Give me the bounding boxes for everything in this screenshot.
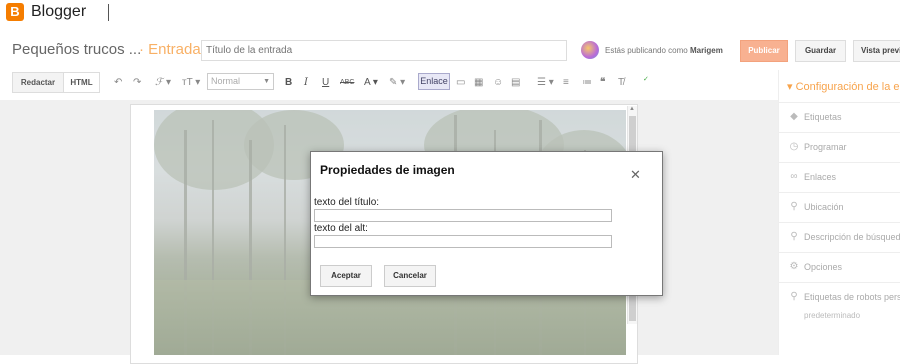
font-size-icon[interactable]: тT ▾: [182, 77, 200, 88]
align-icon[interactable]: ☰ ▾: [537, 77, 554, 88]
image-properties-dialog: Propiedades de imagen ✕ texto del título…: [310, 151, 663, 296]
emoji-icon[interactable]: ☺: [493, 77, 503, 88]
sidebar-item-location[interactable]: ⚲ Ubicación: [779, 192, 900, 222]
sidebar-item-links[interactable]: ∞ Enlaces: [779, 162, 900, 192]
app-title[interactable]: Blogger: [31, 3, 86, 21]
sidebar-item-search-description[interactable]: ⚲ Descripción de búsqueda: [779, 222, 900, 252]
preview-button[interactable]: Vista previa: [853, 40, 900, 62]
sidebar-item-robots[interactable]: ⚲ Etiquetas de robots personalizadas: [779, 282, 900, 332]
accept-button[interactable]: Aceptar: [320, 265, 372, 287]
highlight-color-icon[interactable]: ✎ ▾: [389, 77, 405, 88]
dialog-title: Propiedades de imagen: [320, 163, 455, 177]
sidebar-item-label: Descripción de búsqueda: [804, 232, 900, 242]
sidebar-item-label: Etiquetas: [804, 112, 842, 122]
entry-label: · Entrada: [139, 41, 201, 58]
publishing-as-prefix: Estás publicando como: [605, 46, 688, 55]
top-bar: B Blogger: [0, 0, 900, 28]
clear-formatting-icon[interactable]: T̸: [618, 77, 624, 88]
sidebar-item-label: Ubicación: [804, 202, 844, 212]
sidebar-item-label: Opciones: [804, 262, 843, 272]
blogger-logo-icon[interactable]: B: [6, 3, 24, 21]
sidebar-item-labels[interactable]: ◆ Etiquetas: [779, 102, 900, 132]
post-title-input[interactable]: [201, 40, 567, 61]
redo-icon[interactable]: ↷: [133, 77, 141, 88]
format-select-value: Normal: [211, 76, 241, 86]
format-select[interactable]: Normal ▼: [207, 73, 274, 90]
sidebar-item-label: Programar: [804, 142, 847, 152]
scroll-up-icon[interactable]: ▲: [629, 106, 635, 112]
compose-mode-button[interactable]: Redactar: [12, 72, 64, 93]
alt-text-input[interactable]: [314, 235, 612, 248]
search-icon: ⚲: [790, 291, 798, 302]
close-icon[interactable]: ✕: [630, 168, 641, 181]
alt-text-label: texto del alt:: [314, 223, 368, 234]
publishing-as: Estás publicando como Marigem: [605, 46, 723, 55]
sidebar-item-label: Enlaces: [804, 172, 837, 182]
undo-icon[interactable]: ↶: [114, 77, 122, 88]
post-settings-heading[interactable]: ▾ Configuración de la entrada: [787, 80, 900, 93]
robots-value: predeterminado: [804, 311, 861, 320]
html-mode-button[interactable]: HTML: [63, 72, 100, 93]
sidebar-item-label: Etiquetas de robots personalizadas: [804, 292, 900, 302]
bold-icon[interactable]: B: [285, 77, 292, 88]
strikethrough-icon[interactable]: ABC: [340, 79, 354, 86]
gear-icon: ⚙: [789, 261, 799, 272]
spellcheck-icon[interactable]: ✓: [643, 75, 649, 83]
font-family-icon[interactable]: ℱ ▾: [155, 77, 171, 88]
title-text-label: texto del título:: [314, 197, 380, 208]
sidebar-item-options[interactable]: ⚙ Opciones: [779, 252, 900, 282]
video-icon[interactable]: ▦: [474, 77, 483, 88]
avatar[interactable]: [581, 41, 599, 59]
blog-name[interactable]: Pequeños trucos ...: [12, 41, 141, 58]
publishing-as-user: Marigem: [689, 46, 723, 55]
post-settings-heading-label: Configuración de la entrada: [795, 81, 900, 93]
link-button[interactable]: Enlace: [418, 73, 450, 90]
text-color-icon[interactable]: A ▾: [364, 77, 378, 88]
sidebar-item-schedule[interactable]: ◷ Programar: [779, 132, 900, 162]
title-text-input[interactable]: [314, 209, 612, 222]
save-button[interactable]: Guardar: [795, 40, 846, 62]
link-icon: ∞: [790, 171, 798, 182]
quote-icon[interactable]: ❝: [600, 77, 605, 88]
cancel-button[interactable]: Cancelar: [384, 265, 436, 287]
jump-break-icon[interactable]: ▤: [511, 77, 520, 88]
clock-icon: ◷: [789, 141, 799, 152]
italic-icon[interactable]: I: [304, 77, 308, 88]
editor-toolbar: Redactar HTML ↶ ↷ ℱ ▾ тT ▾ Normal ▼ B I U…: [0, 68, 778, 100]
publish-button[interactable]: Publicar: [740, 40, 788, 62]
tag-icon: ◆: [790, 111, 798, 122]
underline-icon[interactable]: U: [322, 77, 329, 88]
numbered-list-icon[interactable]: ≡: [563, 77, 569, 88]
divider: [108, 4, 109, 21]
location-pin-icon: ⚲: [790, 201, 798, 212]
chevron-down-icon: ▼: [263, 78, 270, 85]
post-header: Pequeños trucos ... · Entrada Estás publ…: [0, 38, 900, 64]
search-icon: ⚲: [790, 231, 798, 242]
bulleted-list-icon[interactable]: ≔: [582, 77, 592, 88]
post-settings-sidebar: ▾ Configuración de la entrada ◆ Etiqueta…: [778, 70, 900, 355]
image-icon[interactable]: ▭: [456, 77, 465, 88]
